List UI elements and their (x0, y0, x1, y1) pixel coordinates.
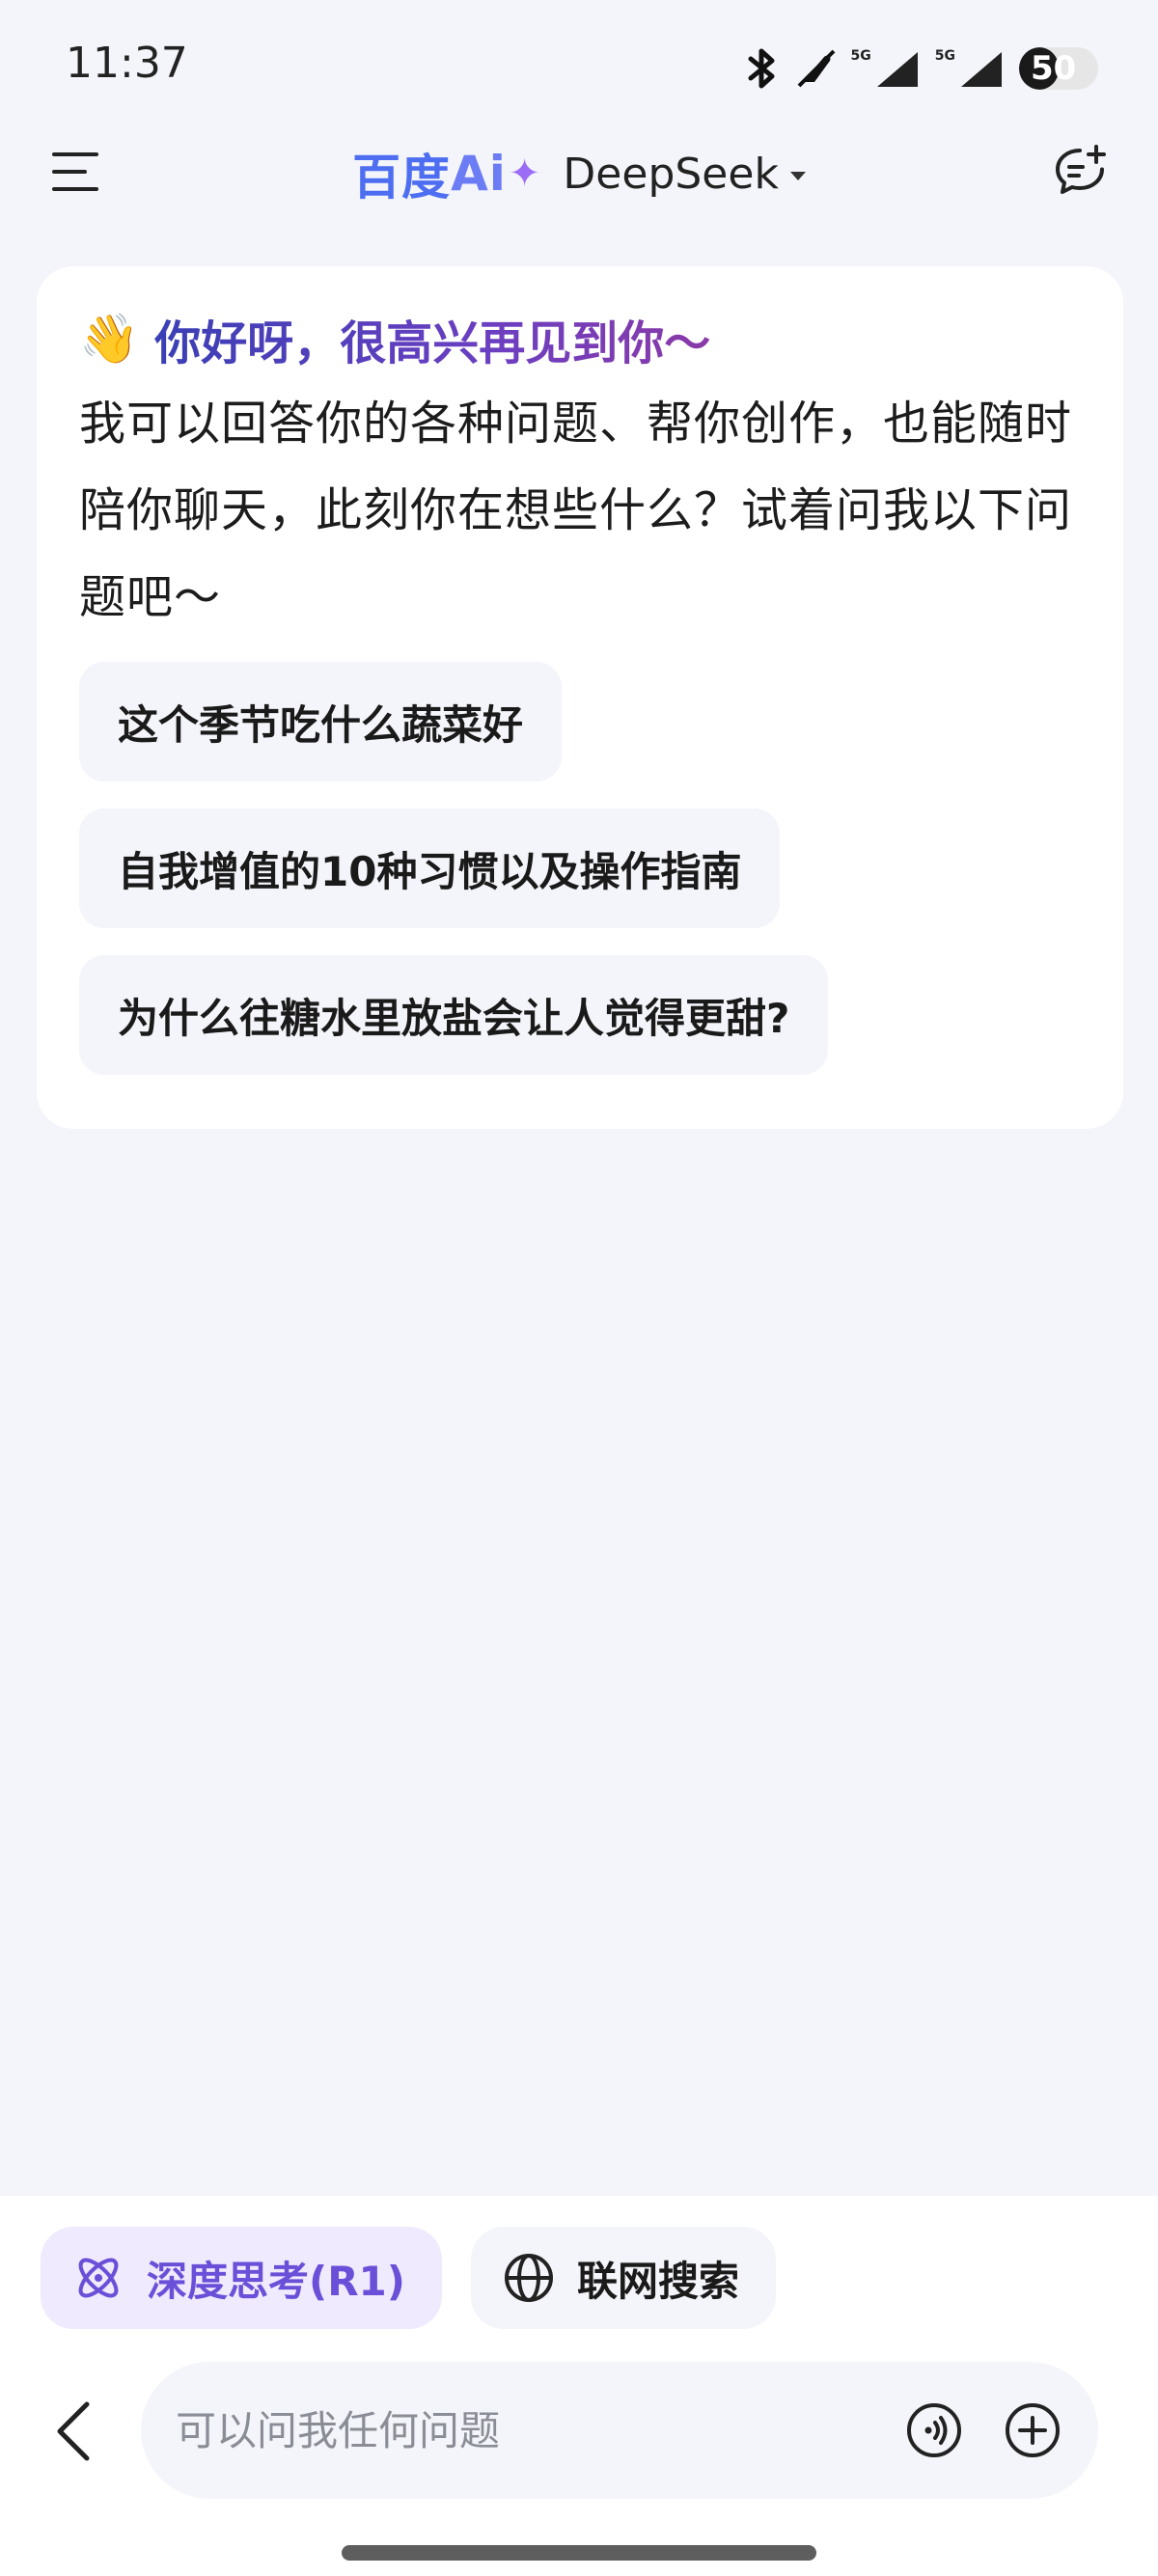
suggestion-chip[interactable]: 为什么往糖水里放盐会让人觉得更甜? (79, 955, 829, 1075)
status-time: 11:37 (66, 39, 188, 88)
app-header: 百度 Ai ✦ DeepSeek (0, 125, 1158, 222)
deep-think-button[interactable]: 深度思考(R1) (41, 2227, 442, 2329)
message-input-box (141, 2362, 1098, 2499)
app-screen: 11:37 5G 5G 50 百度 Ai ✦ DeepSeek 👋 你好呀，很高… (0, 0, 1158, 2576)
battery-icon: 50 (1019, 47, 1098, 90)
voice-icon[interactable] (905, 2401, 963, 2459)
web-search-label: 联网搜索 (576, 2257, 739, 2305)
network-badge: 5G (934, 48, 955, 64)
intro-text: 我可以回答你的各种问题、帮你创作，也能随时陪你聊天，此刻你在想些什么？试着问我以… (79, 397, 1073, 624)
suggestion-list: 这个季节吃什么蔬菜好 自我增值的10种习惯以及操作指南 为什么往糖水里放盐会让人… (79, 662, 1081, 1075)
network-badge: 5G (850, 48, 871, 64)
web-search-button[interactable]: 联网搜索 (470, 2227, 776, 2329)
model-name: DeepSeek (563, 149, 779, 199)
status-icons: 5G 5G 50 (743, 44, 1098, 93)
wave-icon: 👋 (79, 311, 140, 367)
greeting-text: 你好呀，很高兴再见到你～ (154, 305, 710, 372)
caret-down-icon (789, 171, 806, 180)
brand-spark-icon: ✦ (508, 151, 542, 196)
back-icon[interactable] (54, 2400, 93, 2462)
bluetooth-icon (748, 48, 775, 89)
mode-chips: 深度思考(R1) 联网搜索 (41, 2227, 776, 2329)
battery-level: 50 (1031, 49, 1077, 88)
brand-text: 百度 (352, 150, 452, 206)
composer-area: 深度思考(R1) 联网搜索 (0, 2196, 1158, 2576)
model-selector[interactable]: DeepSeek (563, 150, 806, 199)
suggestion-chip[interactable]: 这个季节吃什么蔬菜好 (79, 662, 563, 781)
deep-think-label: 深度思考(R1) (147, 2257, 405, 2305)
plus-icon[interactable] (1004, 2401, 1062, 2459)
greeting: 👋 你好呀，很高兴再见到你～ (79, 307, 1081, 370)
signal-icon (876, 52, 918, 87)
brand-logo: 百度 Ai ✦ (352, 139, 541, 208)
suggestion-chip[interactable]: 自我增值的10种习惯以及操作指南 (79, 808, 781, 928)
home-indicator[interactable] (342, 2545, 816, 2561)
brand-ai: Ai (451, 146, 507, 202)
status-bar: 11:37 5G 5G 50 (0, 0, 1158, 125)
brand-area: 百度 Ai ✦ DeepSeek (0, 143, 1158, 206)
input-row (0, 2362, 1158, 2499)
mute-icon (797, 49, 835, 88)
message-input[interactable] (176, 2362, 909, 2499)
welcome-card: 👋 你好呀，很高兴再见到你～ 我可以回答你的各种问题、帮你创作，也能随时陪你聊天… (37, 266, 1123, 1129)
new-chat-icon[interactable] (1052, 143, 1108, 199)
atom-icon (78, 2258, 119, 2298)
globe-icon (504, 2254, 553, 2302)
signal-icon (961, 52, 1002, 87)
